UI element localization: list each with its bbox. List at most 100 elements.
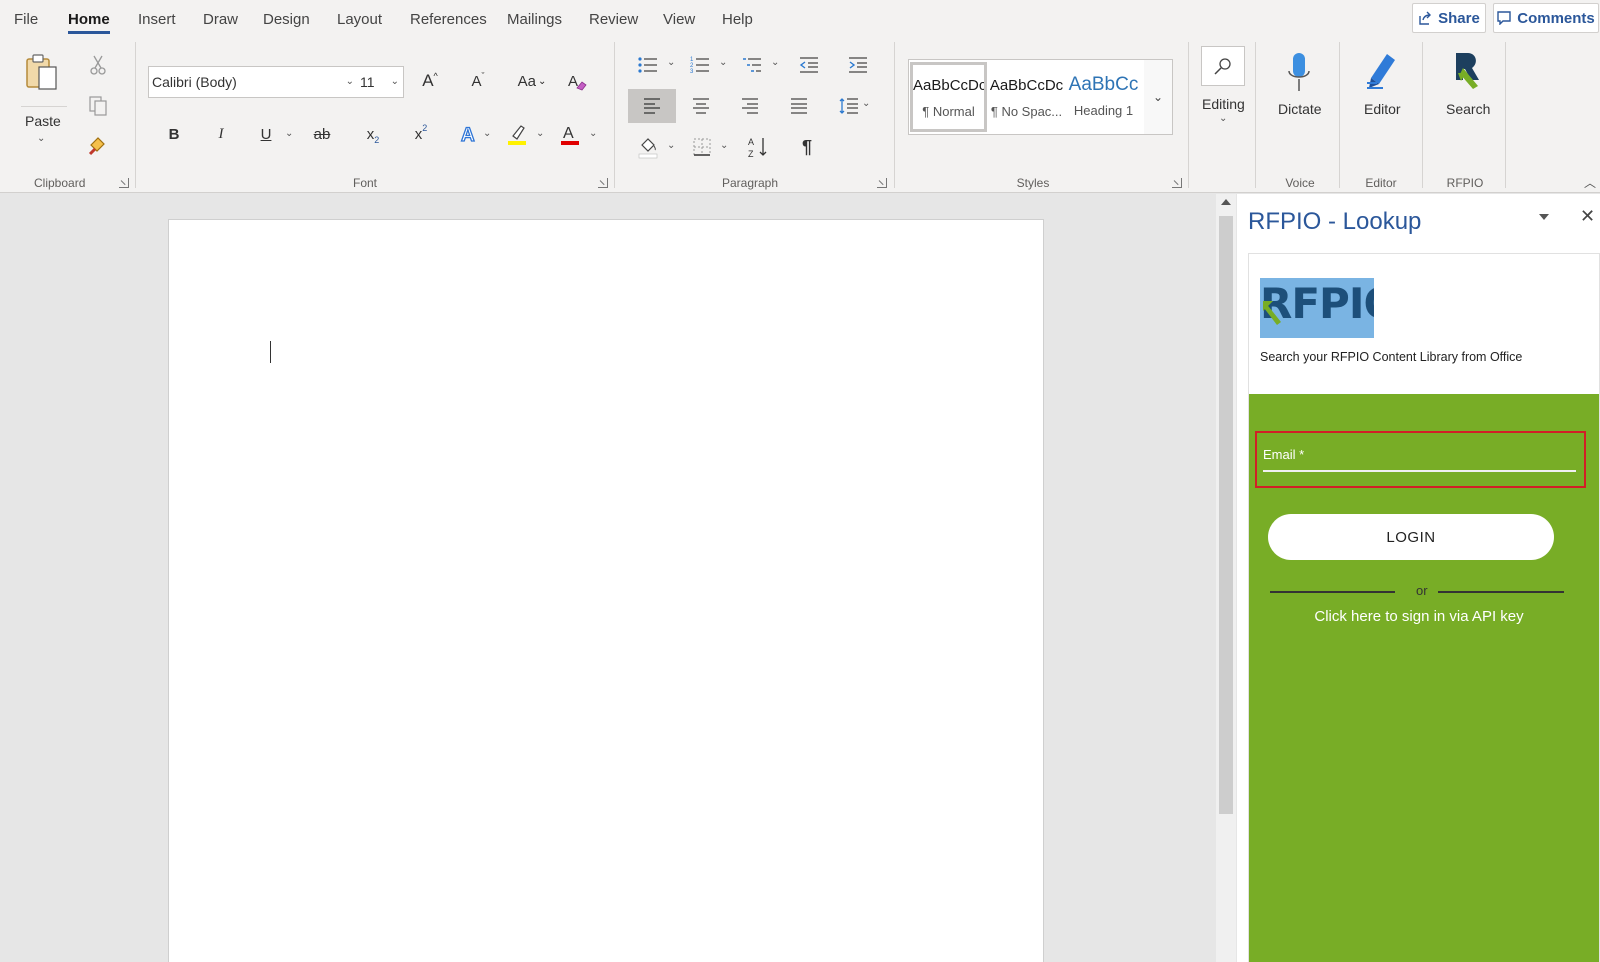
- line-spacing-dropdown-icon[interactable]: ⌄: [862, 98, 870, 109]
- subscript-button[interactable]: x2: [361, 120, 385, 148]
- comments-button[interactable]: Comments: [1493, 3, 1599, 33]
- font-name-dropdown[interactable]: Calibri (Body) ⌄: [148, 66, 359, 98]
- font-color-button[interactable]: A: [558, 120, 582, 148]
- tab-draw[interactable]: Draw: [203, 11, 238, 28]
- paste-dropdown-icon[interactable]: ⌄: [37, 133, 45, 144]
- borders-dropdown-icon[interactable]: ⌄: [720, 140, 728, 151]
- superscript-icon: x: [414, 125, 423, 143]
- superscript-button[interactable]: x2: [409, 120, 433, 148]
- editor-pen-icon: [1367, 54, 1395, 89]
- text-effects-dropdown-icon[interactable]: ⌄: [483, 128, 491, 139]
- clear-formatting-button[interactable]: A: [565, 67, 589, 95]
- up-caret-icon: ^: [433, 71, 438, 81]
- cut-button[interactable]: [87, 54, 109, 76]
- document-page[interactable]: [168, 219, 1044, 962]
- rfpio-search-button[interactable]: [1445, 50, 1485, 96]
- styles-launcher-icon[interactable]: [1172, 178, 1182, 188]
- bold-button[interactable]: B: [162, 120, 186, 148]
- align-center-button[interactable]: [689, 92, 713, 120]
- api-key-signin-link[interactable]: Click here to sign in via API key: [1249, 608, 1589, 625]
- tab-review[interactable]: Review: [589, 11, 638, 28]
- tab-design[interactable]: Design: [263, 11, 310, 28]
- clipboard-icon: [26, 54, 57, 90]
- group-separator: [614, 42, 615, 188]
- close-icon[interactable]: ✕: [1580, 206, 1595, 227]
- increase-indent-button[interactable]: [846, 52, 870, 78]
- bullets-button[interactable]: [636, 52, 660, 78]
- email-field[interactable]: Email *: [1255, 431, 1586, 488]
- style-heading-1[interactable]: AaBbCc Heading 1: [1065, 62, 1142, 132]
- login-button[interactable]: LOGIN: [1268, 514, 1554, 560]
- tab-help[interactable]: Help: [722, 11, 753, 28]
- multilevel-dropdown-icon[interactable]: ⌄: [771, 57, 779, 68]
- font-size-value: 11: [360, 74, 375, 90]
- group-separator: [1188, 42, 1189, 188]
- sort-button[interactable]: AZ: [746, 133, 770, 161]
- task-pane-body: RFPIO Search your RFPIO Content Library …: [1248, 253, 1600, 962]
- tab-insert[interactable]: Insert: [138, 11, 176, 28]
- multilevel-list-button[interactable]: [740, 52, 764, 78]
- paste-button[interactable]: [22, 52, 62, 94]
- numbering-button[interactable]: 123: [688, 52, 712, 78]
- editing-dropdown-icon[interactable]: ⌄: [1219, 113, 1227, 124]
- style-sample: AaBbCcDc: [913, 77, 984, 94]
- share-button[interactable]: Share: [1412, 3, 1486, 33]
- tab-layout[interactable]: Layout: [337, 11, 382, 28]
- underline-dropdown-icon[interactable]: ⌄: [285, 128, 293, 139]
- styles-more-button[interactable]: ⌄: [1144, 59, 1173, 135]
- chevron-down-icon: ⌄: [390, 76, 399, 87]
- decrease-indent-button[interactable]: [797, 52, 821, 78]
- task-pane-menu-icon[interactable]: [1539, 214, 1549, 220]
- grow-font-button[interactable]: A ^: [418, 67, 442, 95]
- tab-file[interactable]: File: [14, 11, 38, 28]
- borders-button[interactable]: [690, 133, 714, 161]
- text-effects-button[interactable]: A: [457, 120, 481, 148]
- tab-references[interactable]: References: [410, 11, 487, 28]
- change-case-button[interactable]: Aa ⌄: [514, 67, 550, 95]
- tab-view[interactable]: View: [663, 11, 695, 28]
- bullets-dropdown-icon[interactable]: ⌄: [667, 57, 675, 68]
- editing-button[interactable]: [1201, 46, 1245, 86]
- font-size-dropdown[interactable]: 11 ⌄: [358, 66, 404, 98]
- bold-icon: B: [168, 125, 180, 143]
- align-left-button[interactable]: [628, 89, 676, 123]
- scissors-icon: [90, 55, 106, 75]
- underline-button[interactable]: U: [254, 120, 278, 148]
- email-underline: [1263, 470, 1576, 472]
- scrollbar-thumb[interactable]: [1219, 216, 1233, 814]
- justify-icon: [791, 98, 807, 114]
- italic-button[interactable]: I: [209, 120, 233, 148]
- shrink-font-button[interactable]: Aˇ: [466, 67, 490, 95]
- increase-indent-icon: [849, 57, 867, 73]
- tab-mailings[interactable]: Mailings: [507, 11, 562, 28]
- tab-home[interactable]: Home: [68, 11, 110, 34]
- justify-button[interactable]: [787, 92, 811, 120]
- format-painter-button[interactable]: [87, 135, 109, 157]
- shading-button[interactable]: [636, 133, 660, 161]
- dictate-button[interactable]: [1281, 50, 1317, 96]
- shading-dropdown-icon[interactable]: ⌄: [667, 140, 675, 151]
- scroll-up-arrow-icon[interactable]: [1221, 199, 1231, 205]
- font-color-dropdown-icon[interactable]: ⌄: [589, 128, 597, 139]
- align-right-button[interactable]: [738, 92, 762, 120]
- copy-button[interactable]: [87, 95, 109, 117]
- chevron-down-icon: ⌄: [345, 76, 354, 87]
- line-spacing-button[interactable]: [836, 92, 862, 120]
- vertical-scrollbar[interactable]: [1216, 194, 1236, 962]
- highlight-dropdown-icon[interactable]: ⌄: [536, 128, 544, 139]
- highlight-button[interactable]: [505, 120, 529, 148]
- font-launcher-icon[interactable]: [598, 178, 608, 188]
- clipboard-launcher-icon[interactable]: [119, 178, 129, 188]
- strikethrough-button[interactable]: ab: [309, 120, 335, 148]
- email-label: Email *: [1263, 447, 1305, 462]
- style-no-spacing[interactable]: AaBbCcDc ¶ No Spac...: [988, 62, 1065, 132]
- style-name: Heading 1: [1073, 103, 1134, 118]
- font-group-label: Font: [352, 176, 377, 190]
- editor-button[interactable]: [1362, 50, 1402, 96]
- paragraph-launcher-icon[interactable]: [877, 178, 887, 188]
- collapse-ribbon-icon[interactable]: ︿: [1584, 174, 1596, 191]
- style-normal[interactable]: AaBbCcDc ¶ Normal: [910, 62, 987, 132]
- show-marks-button[interactable]: ¶: [795, 133, 819, 161]
- svg-text:A: A: [461, 125, 475, 146]
- numbering-dropdown-icon[interactable]: ⌄: [719, 57, 727, 68]
